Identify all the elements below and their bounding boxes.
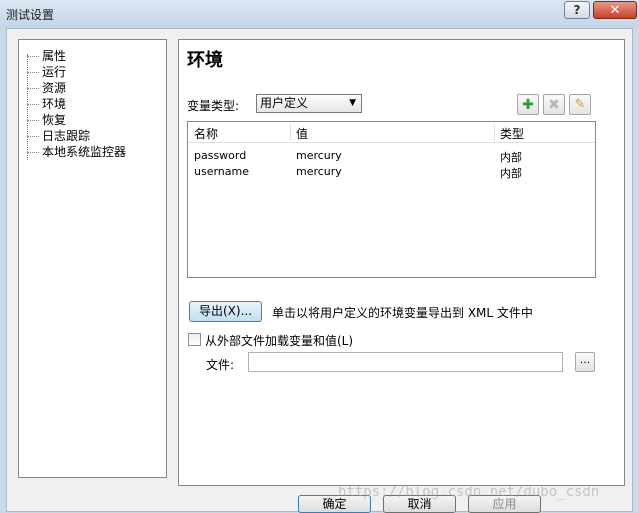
load-from-file-checkbox[interactable]	[188, 333, 201, 346]
dialog-client-area: 属性 运行 资源 环境 恢复 日志跟踪 本地系统监控器 环境 变量类型: 用户定…	[6, 28, 633, 513]
settings-tree: 属性 运行 资源 环境 恢复 日志跟踪 本地系统监控器	[18, 39, 167, 478]
page-title: 环境	[187, 50, 223, 71]
title-bar: 测试设置 ? ✕	[0, 0, 639, 28]
cell-name: username	[194, 165, 249, 178]
edit-variable-button[interactable]: ✎	[569, 94, 591, 115]
environment-panel: 环境 变量类型: 用户定义 ▼ ✚ ✖ ✎ 名称 值 类型 password m…	[178, 39, 625, 486]
tree-item-recovery[interactable]: 恢复	[26, 112, 66, 128]
delete-icon: ✖	[548, 96, 560, 113]
plus-icon: ✚	[522, 96, 534, 113]
variables-table: 名称 值 类型 password mercury 内部 username mer…	[187, 121, 596, 278]
file-label: 文件:	[206, 358, 235, 372]
variable-type-select[interactable]: 用户定义 ▼	[256, 94, 362, 113]
table-row[interactable]: password mercury 内部	[188, 148, 595, 164]
tree-item-run[interactable]: 运行	[26, 64, 66, 80]
cell-value: mercury	[296, 165, 342, 178]
table-row[interactable]: username mercury 内部	[188, 164, 595, 180]
variable-type-value: 用户定义	[260, 96, 309, 110]
cell-value: mercury	[296, 149, 342, 162]
add-variable-button[interactable]: ✚	[517, 94, 539, 115]
export-button[interactable]: 导出(X)...	[189, 301, 262, 322]
column-divider	[494, 124, 495, 141]
browse-button[interactable]: ...	[575, 352, 595, 372]
table-header: 名称 值 类型	[188, 122, 595, 143]
column-header-name[interactable]: 名称	[194, 125, 218, 142]
cell-type: 内部	[500, 167, 522, 180]
column-header-value[interactable]: 值	[296, 125, 308, 142]
watermark: https://blog.csdn.net/dubo_csdn	[338, 484, 600, 500]
window-title: 测试设置	[6, 8, 55, 22]
delete-variable-button[interactable]: ✖	[543, 94, 565, 115]
export-description: 单击以将用户定义的环境变量导出到 XML 文件中	[272, 306, 533, 320]
tree-item-local-system-monitor[interactable]: 本地系统监控器	[26, 144, 126, 160]
pencil-icon: ✎	[574, 97, 586, 112]
tree-item-properties[interactable]: 属性	[26, 48, 66, 64]
help-button[interactable]: ?	[564, 1, 590, 19]
cell-type: 内部	[500, 151, 522, 164]
tree-item-log-trace[interactable]: 日志跟踪	[26, 128, 90, 144]
file-path-input[interactable]	[248, 352, 563, 372]
close-button[interactable]: ✕	[593, 1, 637, 19]
tree-item-resources[interactable]: 资源	[26, 80, 66, 96]
variable-type-label: 变量类型:	[187, 99, 240, 113]
column-header-type[interactable]: 类型	[500, 125, 524, 142]
chevron-down-icon: ▼	[349, 98, 356, 108]
cell-name: password	[194, 149, 247, 162]
tree-item-environment[interactable]: 环境	[26, 96, 66, 112]
column-divider	[290, 124, 291, 141]
load-from-file-label[interactable]: 从外部文件加载变量和值(L)	[205, 332, 353, 349]
